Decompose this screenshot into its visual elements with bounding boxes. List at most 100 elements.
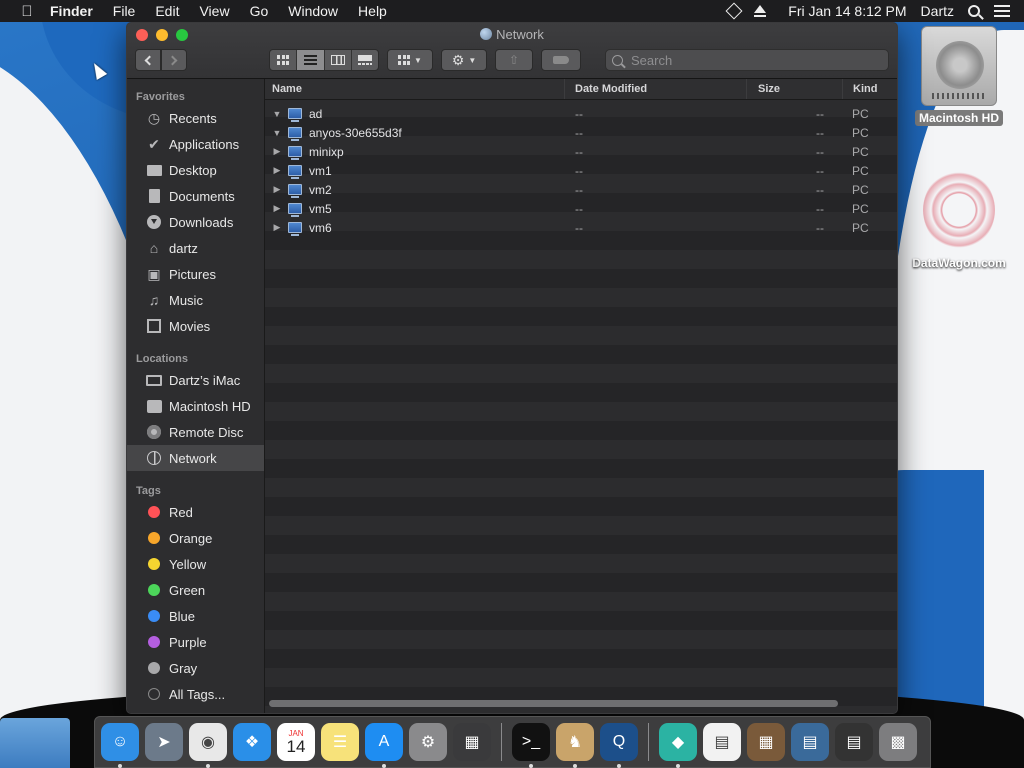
- table-row[interactable]: ▶ vm2 -- -- PC: [265, 180, 897, 199]
- dock-item[interactable]: ☰: [321, 723, 359, 761]
- dock-item[interactable]: ▤: [703, 723, 741, 761]
- dock-item[interactable]: Q: [600, 723, 638, 768]
- menu-file[interactable]: File: [103, 3, 146, 19]
- disclosure-collapsed-icon[interactable]: ▶: [272, 165, 282, 176]
- sidebar-item-downloads[interactable]: Downloads: [127, 209, 264, 235]
- dock-item[interactable]: ⚙: [409, 723, 447, 761]
- sidebar-item-label: Desktop: [169, 162, 217, 178]
- dock-item[interactable]: ♞: [556, 723, 594, 768]
- group-by-button[interactable]: ▼: [387, 49, 433, 71]
- sidebar-item-dartz[interactable]: ⌂ dartz: [127, 235, 264, 261]
- desktop-icon: [145, 162, 163, 178]
- sidebar-tag-green[interactable]: Green: [127, 577, 264, 603]
- sidebar-tag-yellow[interactable]: Yellow: [127, 551, 264, 577]
- disclosure-expanded-icon[interactable]: ▼: [272, 109, 282, 119]
- column-header-size[interactable]: Size: [747, 79, 843, 99]
- row-date: --: [575, 220, 583, 235]
- disclosure-collapsed-icon[interactable]: ▶: [272, 203, 282, 214]
- menu-view[interactable]: View: [189, 3, 239, 19]
- share-button[interactable]: ⇧: [495, 49, 533, 71]
- dock-item[interactable]: A: [365, 723, 403, 768]
- dock-item[interactable]: >_: [512, 723, 550, 768]
- sidebar-item-imac[interactable]: Dartz’s iMac: [127, 367, 264, 393]
- dock-item[interactable]: ◉: [189, 723, 227, 768]
- menu-app-name[interactable]: Finder: [46, 3, 103, 19]
- download-icon: [145, 214, 163, 230]
- sidebar-tag-purple[interactable]: Purple: [127, 629, 264, 655]
- sidebar-item-macintosh-hd[interactable]: Macintosh HD: [127, 393, 264, 419]
- disclosure-collapsed-icon[interactable]: ▶: [272, 146, 282, 157]
- table-row[interactable]: ▶ minixp -- -- PC: [265, 142, 897, 161]
- row-name: anyos-30e655d3f: [309, 125, 402, 140]
- row-kind: PC: [852, 106, 869, 121]
- dock-item[interactable]: ❖: [233, 723, 271, 761]
- dock-item[interactable]: ▤: [791, 723, 829, 761]
- table-row[interactable]: ▼ anyos-30e655d3f -- -- PC: [265, 123, 897, 142]
- sidebar-item-network[interactable]: Network: [127, 445, 264, 471]
- menu-window[interactable]: Window: [278, 3, 348, 19]
- gallery-view-button[interactable]: [352, 50, 378, 70]
- sidebar-tag-all[interactable]: All Tags...: [127, 681, 264, 707]
- search-input[interactable]: [631, 52, 871, 68]
- gear-icon: ⚙: [451, 52, 465, 68]
- column-header-name[interactable]: Name: [265, 79, 565, 99]
- search-field[interactable]: [605, 49, 889, 71]
- dock-item[interactable]: ▦: [747, 723, 785, 761]
- menu-go[interactable]: Go: [240, 3, 279, 19]
- forward-button[interactable]: [161, 49, 187, 71]
- horizontal-scrollbar[interactable]: [269, 700, 838, 707]
- table-row[interactable]: ▼ ad -- -- PC: [265, 104, 897, 123]
- sidebar-item-desktop[interactable]: Desktop: [127, 157, 264, 183]
- disclosure-expanded-icon[interactable]: ▼: [272, 128, 282, 138]
- icon-view-button[interactable]: [270, 50, 298, 70]
- compass-icon: ❖: [244, 734, 260, 751]
- table-row[interactable]: ▶ vm6 -- -- PC: [265, 218, 897, 237]
- row-date: --: [575, 163, 583, 178]
- sidebar-item-pictures[interactable]: ▣ Pictures: [127, 261, 264, 287]
- column-view-button[interactable]: [325, 50, 352, 70]
- sidebar-item-movies[interactable]: Movies: [127, 313, 264, 339]
- menu-clock[interactable]: Fri Jan 14 8:12 PM: [788, 3, 906, 19]
- menu-edit[interactable]: Edit: [145, 3, 189, 19]
- menu-help[interactable]: Help: [348, 3, 397, 19]
- list-view-button[interactable]: [297, 50, 325, 70]
- disclosure-collapsed-icon[interactable]: ▶: [272, 222, 282, 233]
- action-button[interactable]: ⚙ ▼: [441, 49, 487, 71]
- column-header-kind[interactable]: Kind: [843, 79, 897, 99]
- desktop-folder-icon[interactable]: [0, 718, 70, 768]
- table-row[interactable]: ▶ vm5 -- -- PC: [265, 199, 897, 218]
- column-header-date-modified[interactable]: Date Modified: [565, 79, 747, 99]
- status-diamond-icon[interactable]: [725, 2, 743, 20]
- sidebar-tag-blue[interactable]: Blue: [127, 603, 264, 629]
- apple-menu-icon[interactable]: : [8, 3, 46, 20]
- sidebar-tag-gray[interactable]: Gray: [127, 655, 264, 681]
- sidebar-tag-red[interactable]: Red: [127, 499, 264, 525]
- desktop-item-macintosh-hd[interactable]: Macintosh HD: [910, 26, 1008, 126]
- dock-item[interactable]: ◆: [659, 723, 697, 768]
- sidebar-tag-orange[interactable]: Orange: [127, 525, 264, 551]
- dock-item[interactable]: ▩: [879, 723, 917, 761]
- eject-icon[interactable]: [754, 5, 767, 17]
- dock-item[interactable]: JAN 14: [277, 723, 315, 761]
- table-row[interactable]: ▶ vm1 -- -- PC: [265, 161, 897, 180]
- disclosure-collapsed-icon[interactable]: ▶: [272, 184, 282, 195]
- desktop-item-datawagon[interactable]: DataWagon.com: [900, 170, 1018, 270]
- sidebar-item-documents[interactable]: Documents: [127, 183, 264, 209]
- menu-user[interactable]: Dartz: [921, 3, 954, 19]
- dock-item[interactable]: ➤: [145, 723, 183, 761]
- sidebar-item-applications[interactable]: ✔ Applications: [127, 131, 264, 157]
- notification-center-icon[interactable]: [994, 5, 1010, 17]
- dock-item[interactable]: ▤: [835, 723, 873, 761]
- sidebar-item-music[interactable]: ♫ Music: [127, 287, 264, 313]
- row-size: --: [816, 201, 824, 216]
- edit-tags-button[interactable]: [541, 49, 581, 71]
- sidebar-item-recents[interactable]: ◷ Recents: [127, 105, 264, 131]
- sidebar-item-label: Orange: [169, 530, 213, 546]
- camera-icon: ▣: [147, 265, 161, 282]
- sidebar-item-remote-disc[interactable]: Remote Disc: [127, 419, 264, 445]
- dock-item[interactable]: ☺: [101, 723, 139, 768]
- spotlight-search-icon[interactable]: [968, 5, 980, 17]
- dock-item[interactable]: ▦: [453, 723, 491, 761]
- back-button[interactable]: [135, 49, 161, 71]
- sidebar-item-label: Gray: [169, 660, 198, 676]
